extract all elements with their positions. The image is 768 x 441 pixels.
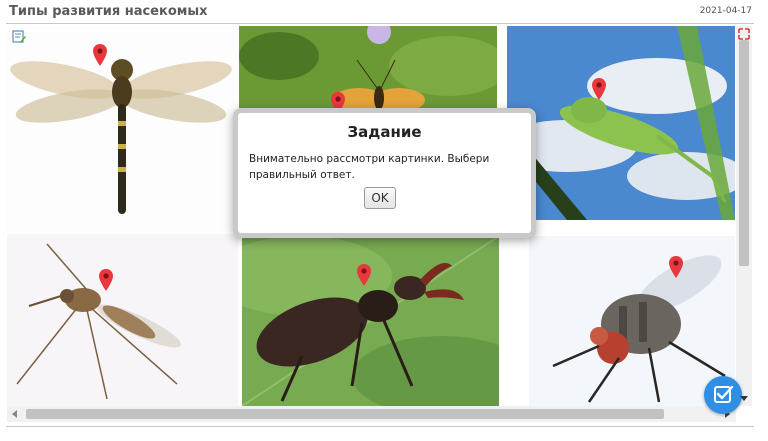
footer-divider <box>6 426 754 427</box>
vertical-scroll-thumb[interactable] <box>739 40 749 266</box>
grasshopper-photo[interactable] <box>507 26 735 220</box>
header-bar: Типы развития насекомых 2021-04-17 <box>0 0 768 24</box>
map-pin-icon[interactable] <box>99 269 113 291</box>
task-dialog: Задание Внимательно рассмотри картинки. … <box>233 108 536 238</box>
date-label: 2021-04-17 <box>699 6 752 16</box>
map-pin-icon[interactable] <box>357 264 371 286</box>
check-answer-button[interactable] <box>704 376 742 414</box>
header-divider <box>6 23 754 24</box>
stag-beetle-photo[interactable] <box>242 236 499 406</box>
dialog-message: Внимательно рассмотри картинки. Выбери п… <box>249 153 490 181</box>
map-pin-icon[interactable] <box>592 78 606 100</box>
map-pin-icon[interactable] <box>669 256 683 278</box>
ok-button[interactable]: OK <box>364 187 396 209</box>
dragonfly-photo[interactable] <box>7 26 238 232</box>
scroll-left-arrow[interactable] <box>12 410 17 418</box>
dialog-title: Задание <box>347 123 422 141</box>
mosquito-photo[interactable] <box>7 234 238 406</box>
horizontal-scroll-thumb[interactable] <box>26 409 664 419</box>
fullscreen-icon[interactable] <box>738 28 750 40</box>
chevron-down-icon[interactable] <box>740 396 748 401</box>
edit-note-icon[interactable] <box>12 30 26 44</box>
page-title: Типы развития насекомых <box>9 4 208 19</box>
map-pin-icon[interactable] <box>93 44 107 66</box>
vertical-scrollbar[interactable] <box>736 26 752 406</box>
butterfly-photo[interactable] <box>239 26 497 108</box>
horizontal-scrollbar[interactable] <box>7 406 736 422</box>
check-badge-icon <box>714 385 734 403</box>
